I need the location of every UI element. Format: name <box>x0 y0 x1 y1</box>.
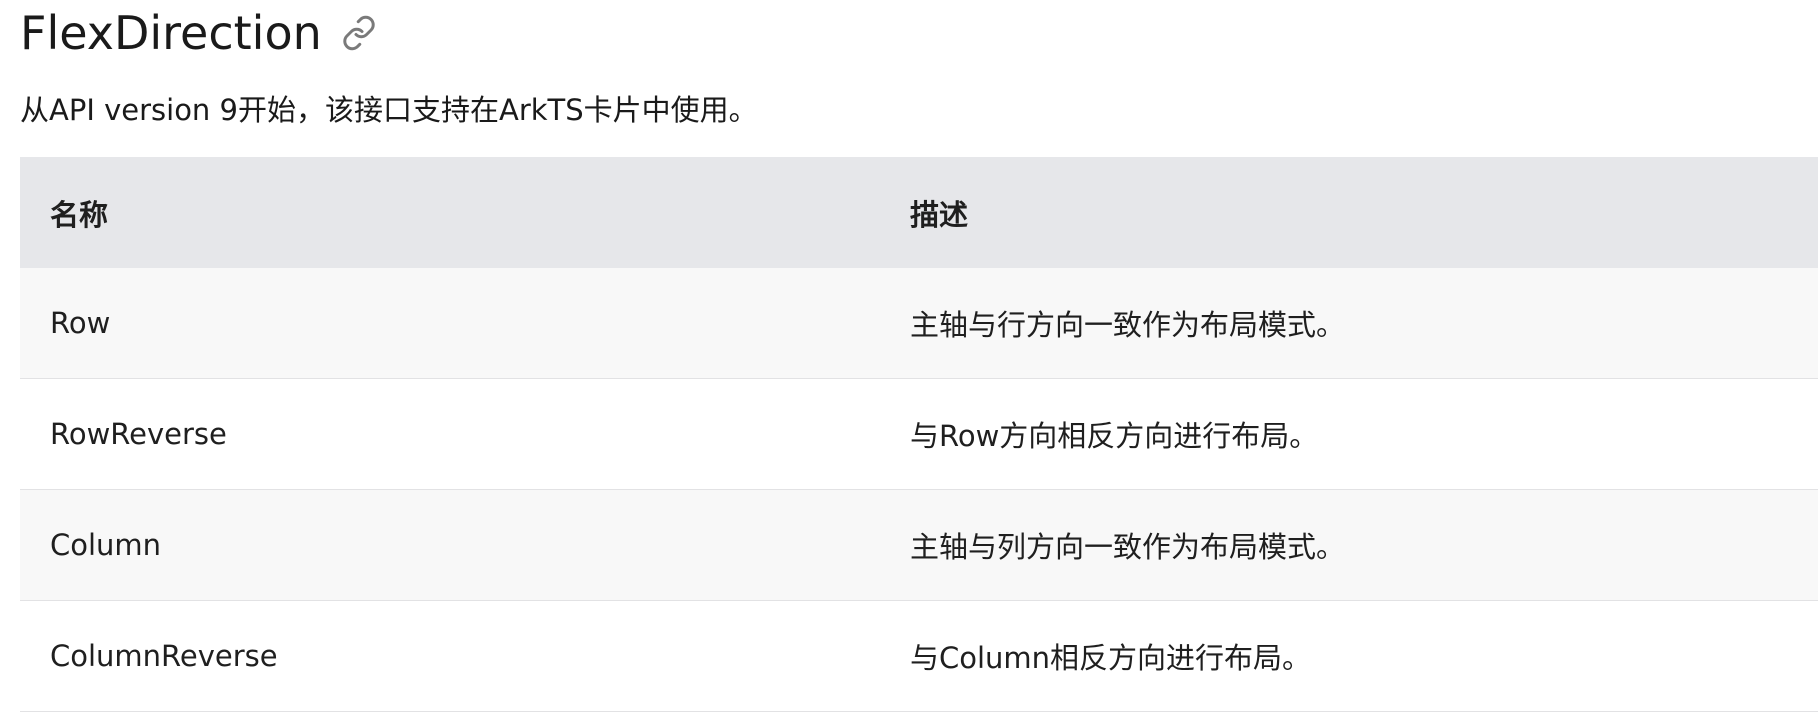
row-description: 主轴与列方向一致作为布局模式。 <box>910 530 1346 564</box>
row-name: Column <box>50 528 162 562</box>
table-row: Column 主轴与列方向一致作为布局模式。 <box>20 490 1818 601</box>
page-title: FlexDirection <box>20 6 322 60</box>
row-name: Row <box>50 306 111 340</box>
row-description: 与Column相反方向进行布局。 <box>910 641 1312 675</box>
table-header-row: 名称 描述 <box>20 157 1818 268</box>
header-description: 描述 <box>910 197 969 232</box>
table-row: RowReverse 与Row方向相反方向进行布局。 <box>20 379 1818 490</box>
table-row: Row 主轴与行方向一致作为布局模式。 <box>20 268 1818 379</box>
table-row: ColumnReverse 与Column相反方向进行布局。 <box>20 601 1818 712</box>
header-name: 名称 <box>50 197 109 232</box>
availability-note: 从API version 9开始，该接口支持在ArkTS卡片中使用。 <box>20 93 758 127</box>
row-description: 与Row方向相反方向进行布局。 <box>910 419 1319 453</box>
heading-row: FlexDirection <box>20 2 378 64</box>
row-name: RowReverse <box>50 417 227 451</box>
row-description: 主轴与行方向一致作为布局模式。 <box>910 308 1346 342</box>
link-icon[interactable] <box>340 14 378 52</box>
enum-table: 名称 描述 Row 主轴与行方向一致作为布局模式。 RowReverse 与Ro… <box>20 157 1818 712</box>
row-name: ColumnReverse <box>50 639 278 673</box>
